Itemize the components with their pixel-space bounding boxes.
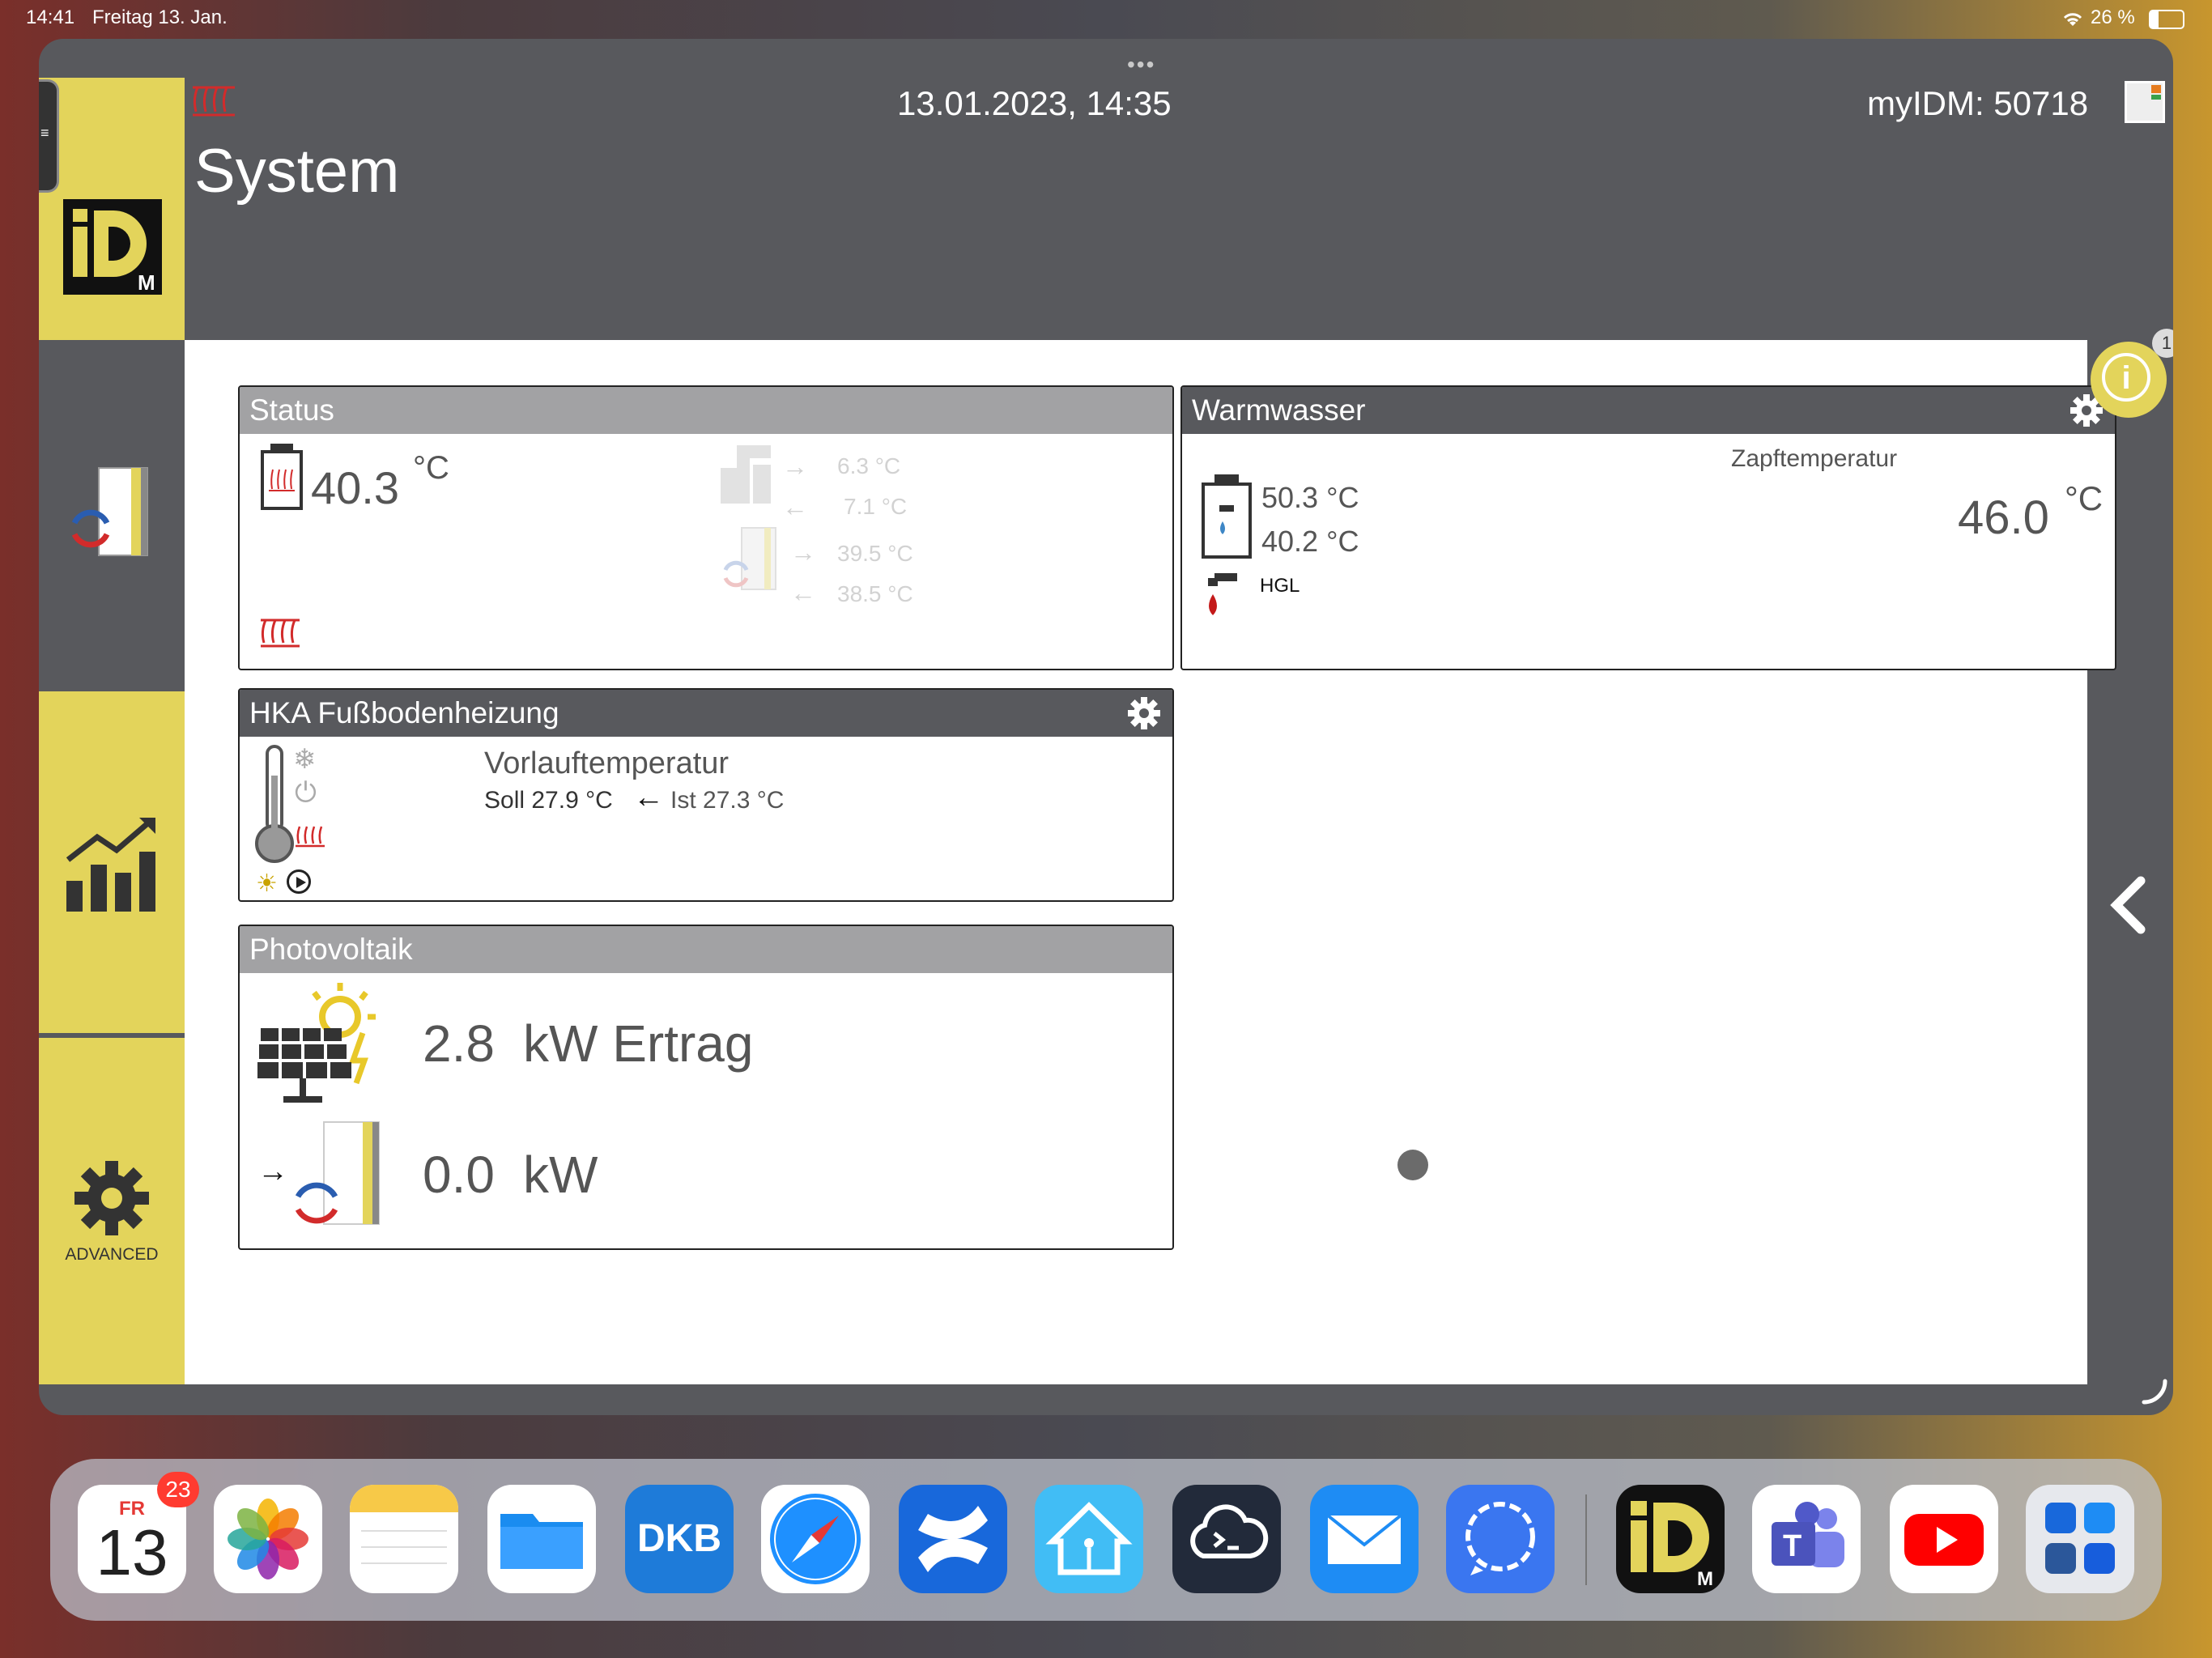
- sun-icon: ☀: [256, 870, 278, 897]
- storage-temp: 40.3: [311, 462, 399, 513]
- dock: FR 13 23 DKB M T: [50, 1459, 2162, 1621]
- status-panel-title: Status: [240, 387, 1172, 434]
- touch-indicator: [1397, 1150, 1428, 1180]
- battery-percent: 26 %: [2091, 6, 2135, 28]
- youtube-app-icon[interactable]: [1890, 1485, 1998, 1593]
- hp-return-temp: 38.5 °C: [837, 581, 913, 606]
- hka-panel-title: HKA Fußbodenheizung: [240, 690, 1172, 737]
- confluence-app-icon[interactable]: [899, 1485, 1007, 1593]
- thermometer-icon: [255, 745, 294, 863]
- ww-bottom-temp: 40.2 °C: [1261, 525, 1359, 558]
- zapf-unit: °C: [2065, 479, 2104, 517]
- app-library-icon[interactable]: [2026, 1485, 2134, 1593]
- heating-icon: [296, 826, 325, 848]
- dkb-app-icon[interactable]: DKB: [625, 1485, 734, 1593]
- photovoltaik-panel[interactable]: Photovoltaik 2.8 kW Ertrag → 0.0 kW: [238, 925, 1174, 1250]
- gear-icon: [74, 1161, 149, 1235]
- svg-text:M: M: [138, 270, 155, 295]
- heat-source-icon: [721, 445, 771, 504]
- photovoltaik-panel-title: Photovoltaik: [240, 926, 1172, 973]
- heating-icon: [191, 83, 236, 122]
- warmwasser-panel[interactable]: Warmwasser 50.3 °C 40.2 °C HGL Zapftempe…: [1180, 385, 2116, 670]
- idm-app-icon[interactable]: M: [1616, 1485, 1725, 1593]
- warmwasser-panel-title: Warmwasser: [1182, 387, 2115, 434]
- snowflake-icon: ❄: [293, 744, 317, 775]
- teams-app-icon[interactable]: T: [1752, 1485, 1861, 1593]
- storage-temp-unit: °C: [413, 450, 449, 486]
- photos-app-icon[interactable]: [214, 1485, 322, 1593]
- hka-label: Vorlauftemperatur: [484, 746, 730, 780]
- ww-top-temp: 50.3 °C: [1261, 481, 1359, 514]
- svg-text:M: M: [1697, 1568, 1713, 1590]
- pv-hp-unit: kW: [523, 1146, 598, 1204]
- files-app-icon[interactable]: [487, 1485, 596, 1593]
- chart-growth-icon: [66, 818, 155, 912]
- wifi-icon: [2061, 10, 2085, 32]
- safari-app-icon[interactable]: [761, 1485, 870, 1593]
- solar-panel-icon: [257, 983, 376, 1103]
- logo-area: M: [39, 78, 185, 340]
- app-window: ••• M ≡ 13.01.2023, 14:35 myIDM: 50718 S…: [39, 39, 2173, 1415]
- chevron-left-icon[interactable]: [2107, 876, 2149, 934]
- status-date: Freitag 13. Jan.: [92, 6, 228, 28]
- advanced-label: ADVANCED: [65, 1245, 159, 1264]
- hka-soll: Soll 27.9 °C: [484, 787, 613, 814]
- source-out-temp: 7.1 °C: [844, 494, 908, 519]
- arrow-left-icon: ←: [782, 492, 808, 521]
- battery-icon: [2149, 10, 2184, 29]
- dock-divider: [1585, 1494, 1587, 1585]
- heating-icon: [261, 619, 300, 648]
- svg-text:T: T: [1783, 1529, 1802, 1563]
- pv-yield-value: 2.8: [423, 1014, 495, 1073]
- arrow-left-icon: ←: [790, 578, 816, 607]
- sidebar-item-statistics[interactable]: [39, 691, 185, 1033]
- home-assistant-app-icon[interactable]: [1035, 1485, 1143, 1593]
- auto-mode-icon: [287, 869, 311, 894]
- sidebar-handle[interactable]: ≡: [39, 79, 59, 193]
- hot-water-tank-icon: [1202, 474, 1252, 559]
- settings-gear-icon[interactable]: [1127, 696, 1161, 730]
- idm-logo: M: [63, 199, 162, 295]
- calendar-badge: 23: [157, 1472, 199, 1507]
- storage-tank-icon: [261, 444, 303, 510]
- pv-hp-value: 0.0: [423, 1146, 495, 1204]
- heatpump-icon: [71, 467, 148, 556]
- hka-panel[interactable]: HKA Fußbodenheizung ❄ ⏻ ☀ Vorlauftempera…: [238, 688, 1174, 902]
- hp-flow-temp: 39.5 °C: [837, 541, 913, 566]
- pv-yield-unit: kW Ertrag: [523, 1014, 754, 1073]
- hka-title-text: HKA Fußbodenheizung: [249, 696, 559, 729]
- warmwasser-title-text: Warmwasser: [1192, 393, 1366, 427]
- resize-handle-icon[interactable]: [2141, 1378, 2168, 1405]
- sidebar-item-advanced[interactable]: ADVANCED: [39, 1038, 185, 1384]
- tap-water-icon: [1208, 573, 1237, 615]
- notes-app-icon[interactable]: [350, 1485, 458, 1593]
- heatpump-icon: [295, 1121, 380, 1225]
- calendar-date: 13: [96, 1516, 168, 1588]
- arrow-right-icon: →: [790, 538, 816, 567]
- prompt-app-icon[interactable]: [1172, 1485, 1281, 1593]
- arrow-left-icon: ←: [633, 780, 664, 814]
- heatpump-icon: [723, 527, 776, 590]
- source-in-temp: 6.3 °C: [837, 453, 901, 478]
- page-title: System: [194, 137, 400, 206]
- multitask-dots-icon[interactable]: •••: [1127, 52, 1155, 78]
- info-icon: i: [2102, 353, 2150, 402]
- mail-app-icon[interactable]: [1310, 1485, 1419, 1593]
- zapf-value: 46.0: [1958, 491, 2049, 544]
- dkb-label: DKB: [637, 1517, 721, 1560]
- status-panel[interactable]: Status 40.3 °C → 6.3 °C ← 7.1 °C → 39.5 …: [238, 385, 1174, 670]
- header-datetime: 13.01.2023, 14:35: [897, 84, 1172, 122]
- status-time: 14:41: [26, 6, 75, 28]
- network-status-icon[interactable]: [2125, 81, 2165, 123]
- arrow-right-icon: →: [257, 1154, 288, 1188]
- hgl-label: HGL: [1260, 575, 1300, 597]
- content-area: Status 40.3 °C → 6.3 °C ← 7.1 °C → 39.5 …: [185, 340, 2116, 1384]
- signal-app-icon[interactable]: [1446, 1485, 1555, 1593]
- hka-ist: Ist 27.3 °C: [670, 787, 785, 814]
- myidm-label[interactable]: myIDM: 50718: [1867, 84, 2088, 123]
- sidebar-item-system[interactable]: [39, 345, 185, 687]
- arrow-right-icon: →: [782, 452, 808, 481]
- zapf-label: Zapftemperatur: [1731, 445, 1898, 472]
- power-icon: ⏻: [295, 777, 317, 808]
